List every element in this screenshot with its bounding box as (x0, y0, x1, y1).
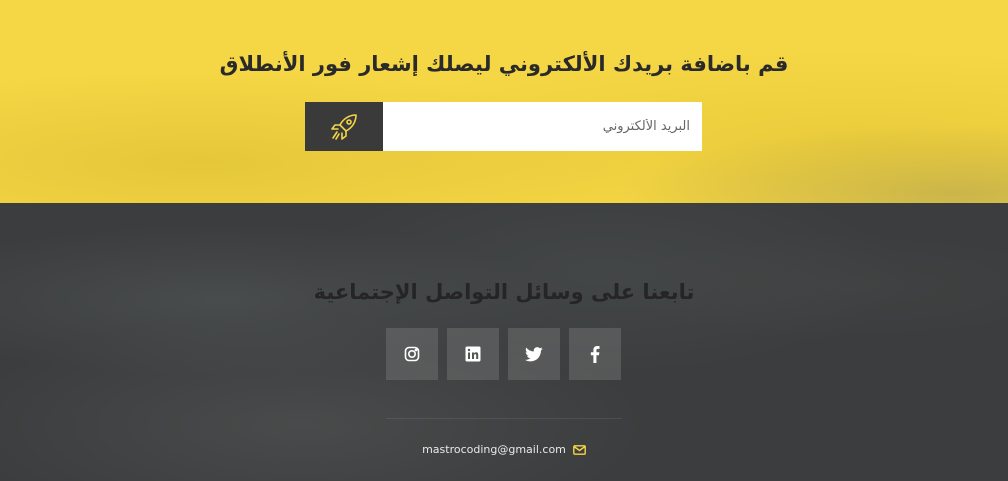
footer-section: تابعنا على وسائل التواصل الإجتماعية mast… (0, 203, 1008, 481)
social-links (386, 328, 622, 380)
envelope-icon (573, 444, 586, 455)
newsletter-title: قم باضافة بريدك الألكتروني ليصلك إشعار ف… (219, 52, 789, 76)
linkedin-button[interactable] (447, 328, 499, 380)
email-input[interactable] (383, 102, 702, 151)
newsletter-section: قم باضافة بريدك الألكتروني ليصلك إشعار ف… (0, 0, 1008, 203)
instagram-icon (404, 346, 420, 362)
linkedin-icon (465, 346, 481, 362)
submit-button[interactable] (305, 102, 383, 151)
contact-info: mastrocoding@gmail.com (0, 443, 1008, 456)
twitter-icon (525, 346, 543, 361)
facebook-button[interactable] (569, 328, 621, 380)
subscribe-form (305, 102, 702, 151)
rocket-icon (331, 113, 357, 140)
facebook-icon (590, 345, 600, 363)
footer-divider (386, 418, 622, 419)
social-title: تابعنا على وسائل التواصل الإجتماعية (313, 280, 695, 304)
twitter-button[interactable] (508, 328, 560, 380)
instagram-button[interactable] (386, 328, 438, 380)
contact-email[interactable]: mastrocoding@gmail.com (422, 443, 566, 456)
